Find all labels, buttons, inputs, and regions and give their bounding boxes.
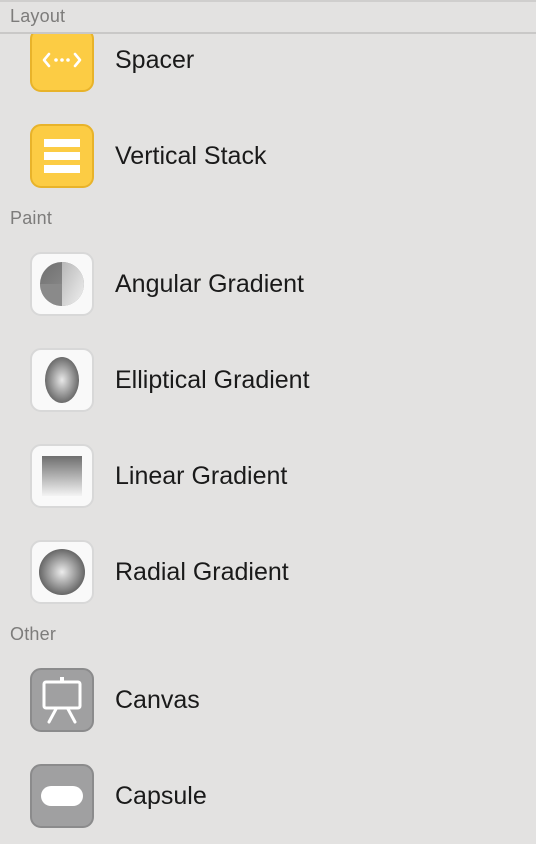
section-header-paint: Paint <box>0 204 536 234</box>
library-item-canvas[interactable]: Canvas <box>0 652 536 748</box>
section-title-layout: Layout <box>10 6 66 26</box>
library-item-label: Linear Gradient <box>115 462 288 490</box>
library-item-linear-gradient[interactable]: Linear Gradient <box>0 428 536 524</box>
library-item-label: Angular Gradient <box>115 270 305 298</box>
library-item-label: Capsule <box>115 782 207 810</box>
spacer-icon <box>30 28 94 92</box>
canvas-icon <box>30 668 94 732</box>
library-item-label: Vertical Stack <box>115 142 267 170</box>
linear-gradient-icon <box>30 444 94 508</box>
library-item-label: Canvas <box>115 686 200 714</box>
library-item-label: Spacer <box>115 46 195 74</box>
library-item-elliptical-gradient[interactable]: Elliptical Gradient <box>0 332 536 428</box>
section-title-other: Other <box>10 624 57 644</box>
library-item-vertical-stack[interactable]: Vertical Stack <box>0 108 536 204</box>
radial-gradient-icon <box>30 540 94 604</box>
elliptical-gradient-icon <box>30 348 94 412</box>
library-item-label: Elliptical Gradient <box>115 366 310 394</box>
section-title-paint: Paint <box>10 208 53 228</box>
angular-gradient-icon <box>30 252 94 316</box>
library-item-radial-gradient[interactable]: Radial Gradient <box>0 524 536 620</box>
library-item-angular-gradient[interactable]: Angular Gradient <box>0 236 536 332</box>
library-item-label: Radial Gradient <box>115 558 289 586</box>
library-item-capsule[interactable]: Capsule <box>0 748 536 844</box>
vertical-stack-icon <box>30 124 94 188</box>
section-header-layout: Layout <box>0 2 536 34</box>
section-header-other: Other <box>0 620 536 650</box>
capsule-icon <box>30 764 94 828</box>
